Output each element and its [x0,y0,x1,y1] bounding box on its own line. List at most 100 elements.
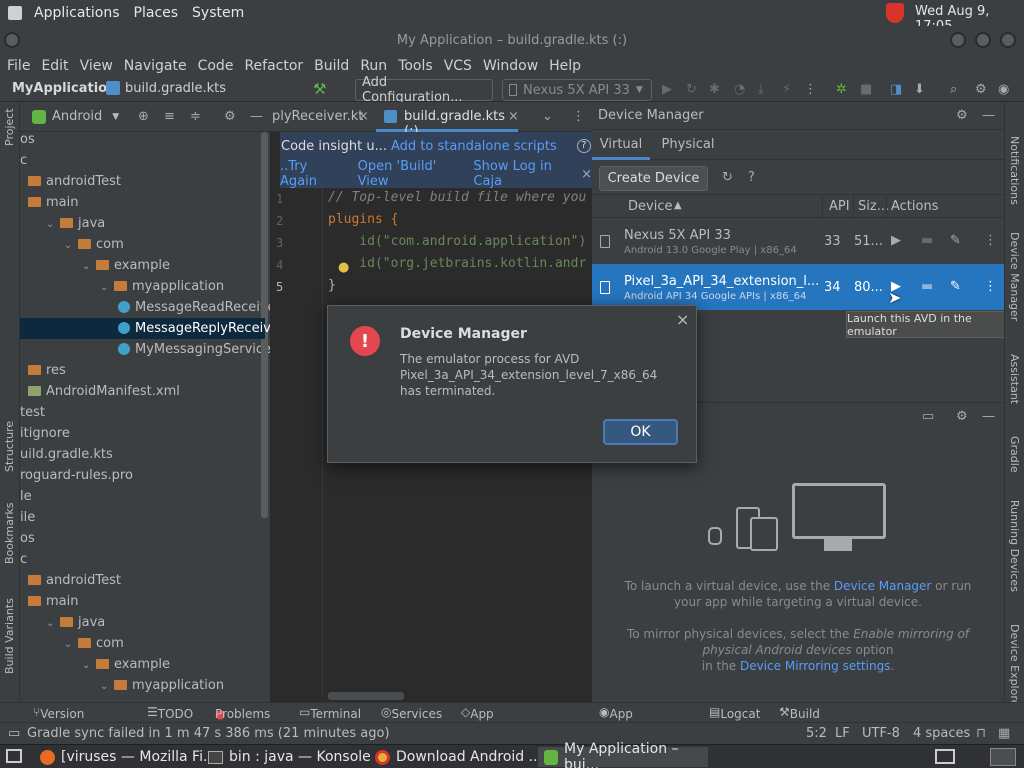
tree-item[interactable]: MyMessagingService.kt [118,339,270,360]
menu-view[interactable]: View [80,58,113,74]
project-tool-tab[interactable]: Project [3,108,16,146]
menu-edit[interactable]: Edit [41,58,68,74]
gradle-tool-tab[interactable]: Gradle [1008,436,1021,473]
run-configuration-dropdown[interactable]: Add Configuration... [355,75,493,105]
expand-all-icon[interactable]: ≡ [164,109,175,124]
menu-window[interactable]: Window [483,58,538,74]
assistant-tool-tab[interactable]: Assistant [1008,354,1021,404]
version-control-tool[interactable]: ⑂ Version Control [33,705,84,735]
column-actions[interactable]: Actions [891,199,939,214]
help-icon[interactable]: ? [576,139,591,153]
device-row-pixel[interactable]: Pixel_3a_API_34_extension_l... Android A… [592,264,1004,310]
maximize-icon[interactable] [975,32,991,48]
show-desktop-icon[interactable] [6,749,22,763]
code-line-4[interactable]: id("org.jetbrains.kotlin.andr [328,256,586,271]
taskbar-item-firefox[interactable]: [viruses — Mozilla Fi... [40,747,216,767]
taskbar-item-android-studio[interactable]: My Application – bui... [538,741,708,768]
workspace-switcher-icon[interactable] [935,749,955,764]
menu-run[interactable]: Run [360,58,387,74]
edit-pencil-icon[interactable]: ✎ [950,233,961,248]
line-separator[interactable]: LF [835,726,850,741]
column-api[interactable]: API [829,199,850,214]
logcat-tool[interactable]: ▤ Logcat [709,705,760,721]
project-settings-gear-icon[interactable]: ⚙ [224,109,236,124]
code-line-5[interactable]: } [328,278,336,293]
edit-pencil-icon[interactable]: ✎ [950,279,961,294]
attach-debugger-icon[interactable]: ⤓ [758,82,764,97]
hide-panel-icon[interactable]: — [982,108,995,123]
app-inspection-tool[interactable]: ◉ App Inspection [599,705,671,735]
code-line-2[interactable]: plugins { [328,212,398,227]
launch-play-icon[interactable]: ▶ [891,233,901,248]
editor-horizontal-scrollbar[interactable] [328,692,404,700]
try-again-link[interactable]: ..Try Again [280,159,338,189]
android-bug-icon[interactable]: ✲ [836,82,847,97]
collapse-all-icon[interactable]: ≑ [190,109,201,124]
system-menu-applications[interactable]: Applications [34,5,120,21]
help-icon[interactable]: ? [748,170,755,185]
menu-build[interactable]: Build [314,58,349,74]
device-manager-link[interactable]: Device Manager [834,579,931,593]
hammer-icon[interactable]: ⚒ [313,80,326,98]
run-icon[interactable]: ▶ [662,82,672,97]
folder-icon[interactable]: ▬ [921,233,933,248]
settings-gear-icon[interactable]: ⚙ [975,82,987,97]
running-devices-gear-icon[interactable]: ⚙ [956,409,968,424]
tab-physical[interactable]: Physical [658,130,718,160]
menu-tools[interactable]: Tools [398,58,433,74]
menu-code[interactable]: Code [198,58,234,74]
rerun-icon[interactable]: ↻ [686,82,697,97]
device-manager-icon[interactable]: ◨ [890,82,902,97]
more-actions-icon[interactable]: ⋮ [984,233,997,248]
chevron-down-icon[interactable]: ⌄ [100,676,114,697]
tab-build-gradle[interactable]: build.gradle.kts (:) × [376,102,519,139]
structure-tool-tab[interactable]: Structure [3,421,16,472]
taskbar-item-konsole[interactable]: bin : java — Konsole [208,747,371,767]
close-tab-icon[interactable]: × [508,109,519,124]
menu-navigate[interactable]: Navigate [124,58,187,74]
window-menu-icon[interactable] [4,32,20,48]
tree-item[interactable]: roguard-rules.pro [20,465,133,486]
sdk-manager-icon[interactable]: ⬇ [914,82,925,97]
menu-refactor[interactable]: Refactor [244,58,303,74]
tree-item[interactable]: androidTest [28,570,121,591]
hide-panel-icon[interactable]: — [982,409,995,424]
profile-icon[interactable]: ◔ [734,82,745,97]
chevron-down-icon[interactable]: ⌄ [46,613,60,634]
minimize-icon[interactable] [950,32,966,48]
apply-changes-icon[interactable]: ⚡ [782,82,791,97]
tree-item[interactable]: ⌄ example [82,654,170,675]
refresh-icon[interactable]: ↻ [722,170,733,185]
indent-setting[interactable]: 4 spaces [913,726,970,741]
maximize-panel-icon[interactable]: ▭ [922,409,934,424]
chevron-down-icon[interactable]: ⌄ [64,634,78,655]
tree-item[interactable]: main [28,591,78,612]
folder-icon[interactable]: ▬ [921,279,933,294]
taskbar-item-chrome[interactable]: Download Android ... [375,747,542,767]
hide-panel-icon[interactable]: — [250,109,263,124]
breadcrumb-file[interactable]: build.gradle.kts [125,81,226,96]
close-dialog-icon[interactable]: × [676,310,689,329]
chevron-down-icon[interactable]: ⌄ [100,277,114,298]
tree-item[interactable]: ⌄ java [46,612,105,633]
chevron-down-icon[interactable]: ⌄ [64,235,78,256]
tree-item[interactable]: MessageReadReceiver [118,297,270,318]
breadcrumb-project[interactable]: MyApplication [12,81,116,96]
tab-list-chevron-icon[interactable]: ⌄ [542,109,553,124]
tree-item[interactable]: os [20,129,35,150]
device-mirroring-settings-link[interactable]: Device Mirroring settings [740,659,890,673]
tree-item[interactable]: test [20,402,45,423]
lock-icon[interactable]: ⊓ [976,726,986,741]
tree-item[interactable]: c [20,150,27,171]
tree-item[interactable]: c [20,549,27,570]
open-build-view-link[interactable]: Open 'Build' View [358,159,454,189]
assistant-icon[interactable]: ◉ [998,82,1009,97]
build-variants-tool-tab[interactable]: Build Variants [3,598,16,674]
tree-item[interactable]: ile [20,507,35,528]
todo-tool[interactable]: ☰ TODO [147,705,193,721]
menu-file[interactable]: File [7,58,30,74]
shield-icon[interactable] [886,3,904,23]
memory-indicator-icon[interactable]: ▦ [998,726,1010,741]
close-banner-icon[interactable]: × [581,167,592,182]
tree-item[interactable]: AndroidManifest.xml [28,381,180,402]
